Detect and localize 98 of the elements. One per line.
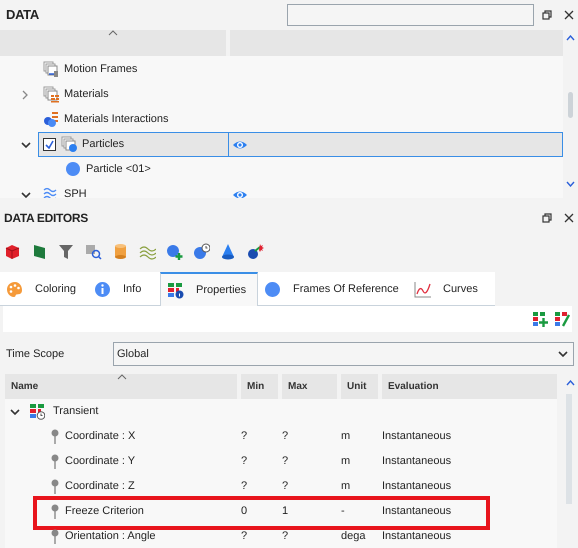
column-header[interactable]: Evaluation bbox=[382, 374, 557, 399]
table-cell: ? bbox=[282, 455, 288, 468]
tab[interactable]: Coloring bbox=[0, 272, 88, 306]
table-cell: ? bbox=[241, 530, 248, 542]
materials-stack-icon bbox=[43, 86, 59, 103]
sphere-icon bbox=[65, 161, 81, 178]
frames-stack-icon bbox=[43, 61, 59, 78]
chevron-down-icon[interactable] bbox=[20, 190, 32, 198]
table-cell: dega bbox=[341, 530, 366, 542]
pin-icon bbox=[51, 429, 59, 444]
table-cell: ? bbox=[241, 430, 248, 442]
table-cell: - bbox=[341, 505, 345, 518]
tree-label: SPH bbox=[64, 187, 87, 198]
table-cell: 0 bbox=[241, 505, 248, 518]
scroll-up-icon[interactable] bbox=[566, 35, 575, 41]
table-cell-text: Coordinate : X bbox=[65, 429, 136, 444]
sphere-plus-icon[interactable] bbox=[166, 242, 183, 260]
table-cell: ? bbox=[282, 480, 288, 492]
tree-row[interactable]: Particles bbox=[38, 132, 563, 157]
table-cell: m bbox=[341, 480, 350, 492]
tree-row[interactable]: Motion Frames bbox=[38, 57, 563, 82]
waves-icon bbox=[43, 186, 59, 198]
table-cell-text: Freeze Criterion bbox=[65, 504, 144, 520]
column-header[interactable]: Min bbox=[241, 374, 278, 399]
tab[interactable]: Curves bbox=[408, 272, 495, 306]
tree-label: Particle <01> bbox=[86, 162, 151, 178]
pin-icon bbox=[51, 504, 59, 519]
restore-icon[interactable] bbox=[542, 10, 552, 20]
info-icon bbox=[94, 281, 111, 298]
panel-title: DATA bbox=[6, 6, 39, 24]
tab[interactable]: Frames Of Reference bbox=[258, 272, 408, 306]
table-cell: ? bbox=[241, 480, 248, 492]
check-icon bbox=[45, 140, 54, 149]
line-chart-icon bbox=[414, 281, 431, 298]
cube-search-icon[interactable] bbox=[85, 242, 102, 260]
table-cell: Instantaneous bbox=[382, 455, 452, 468]
tree-row[interactable]: Materials bbox=[38, 82, 563, 107]
field-label: Time Scope bbox=[6, 346, 66, 362]
group-label: Transient bbox=[53, 404, 98, 420]
scroll-up-icon[interactable] bbox=[566, 380, 575, 386]
tree-row[interactable]: Particle <01> bbox=[60, 157, 563, 182]
sphere-clock-icon[interactable] bbox=[193, 242, 210, 260]
table-cell: m bbox=[341, 430, 350, 442]
sphere-spark-icon[interactable] bbox=[247, 242, 264, 260]
chevron-right-icon[interactable] bbox=[20, 88, 30, 100]
tree-row[interactable]: Materials Interactions bbox=[38, 107, 563, 132]
scroll-down-icon[interactable] bbox=[566, 181, 575, 187]
search-field[interactable] bbox=[287, 4, 534, 26]
sort-caret-icon[interactable] bbox=[108, 30, 118, 36]
chevron-down-icon bbox=[557, 349, 569, 359]
table-cell: Instantaneous bbox=[382, 530, 452, 542]
table-cell: Instantaneous bbox=[382, 430, 452, 442]
table-cell: 1 bbox=[282, 505, 288, 518]
grid-info-icon bbox=[167, 282, 184, 298]
tab[interactable]: Info bbox=[88, 272, 160, 306]
panel-title: DATA EDITORS bbox=[4, 210, 88, 227]
tab[interactable]: Properties bbox=[160, 272, 258, 306]
grid-edit-icon[interactable] bbox=[554, 311, 570, 327]
pin-icon bbox=[51, 529, 59, 544]
column-header[interactable]: Unit bbox=[341, 374, 378, 399]
pin-icon bbox=[51, 479, 59, 494]
chevron-down-icon[interactable] bbox=[9, 406, 21, 416]
sort-caret-icon[interactable] bbox=[117, 374, 127, 380]
grid-clock-icon bbox=[29, 403, 45, 420]
cone-icon[interactable] bbox=[220, 242, 237, 260]
tree-label: Materials bbox=[64, 87, 109, 102]
cube-icon[interactable] bbox=[4, 242, 21, 260]
close-icon[interactable] bbox=[564, 10, 574, 20]
table-cell-text: Orientation : Angle bbox=[65, 529, 156, 544]
chevron-down-icon[interactable] bbox=[20, 140, 32, 150]
close-icon[interactable] bbox=[564, 213, 574, 223]
checkbox[interactable] bbox=[43, 138, 56, 151]
tree-row[interactable]: SPH bbox=[38, 182, 563, 198]
table-cell: ? bbox=[241, 455, 248, 468]
tree-label: Motion Frames bbox=[64, 62, 138, 78]
panel-icon[interactable] bbox=[31, 242, 48, 260]
circle-icon bbox=[264, 281, 281, 298]
table-cell-text: Coordinate : Y bbox=[65, 454, 136, 470]
palette-icon bbox=[6, 281, 23, 298]
interactions-icon bbox=[43, 111, 59, 128]
particles-stack-icon bbox=[61, 136, 77, 153]
column-header[interactable]: Name bbox=[5, 374, 237, 399]
tree-label: Particles bbox=[82, 137, 124, 152]
table-cell: m bbox=[341, 455, 350, 468]
pin-icon bbox=[51, 454, 59, 469]
table-cell: ? bbox=[282, 430, 288, 442]
time-scope-dropdown[interactable]: Global bbox=[113, 342, 574, 366]
column-header[interactable]: Max bbox=[282, 374, 337, 399]
restore-icon[interactable] bbox=[542, 213, 552, 223]
scrollbar-thumb[interactable] bbox=[568, 92, 573, 118]
table-cell: ? bbox=[282, 530, 288, 542]
tree-label: Materials Interactions bbox=[64, 112, 169, 128]
grid-add-icon[interactable] bbox=[532, 311, 548, 327]
table-cell-text: Coordinate : Z bbox=[65, 479, 135, 494]
table-cell: Instantaneous bbox=[382, 480, 452, 492]
table-cell: Instantaneous bbox=[382, 505, 452, 518]
filter-icon[interactable] bbox=[58, 242, 75, 260]
cylinder-icon[interactable] bbox=[112, 242, 129, 260]
